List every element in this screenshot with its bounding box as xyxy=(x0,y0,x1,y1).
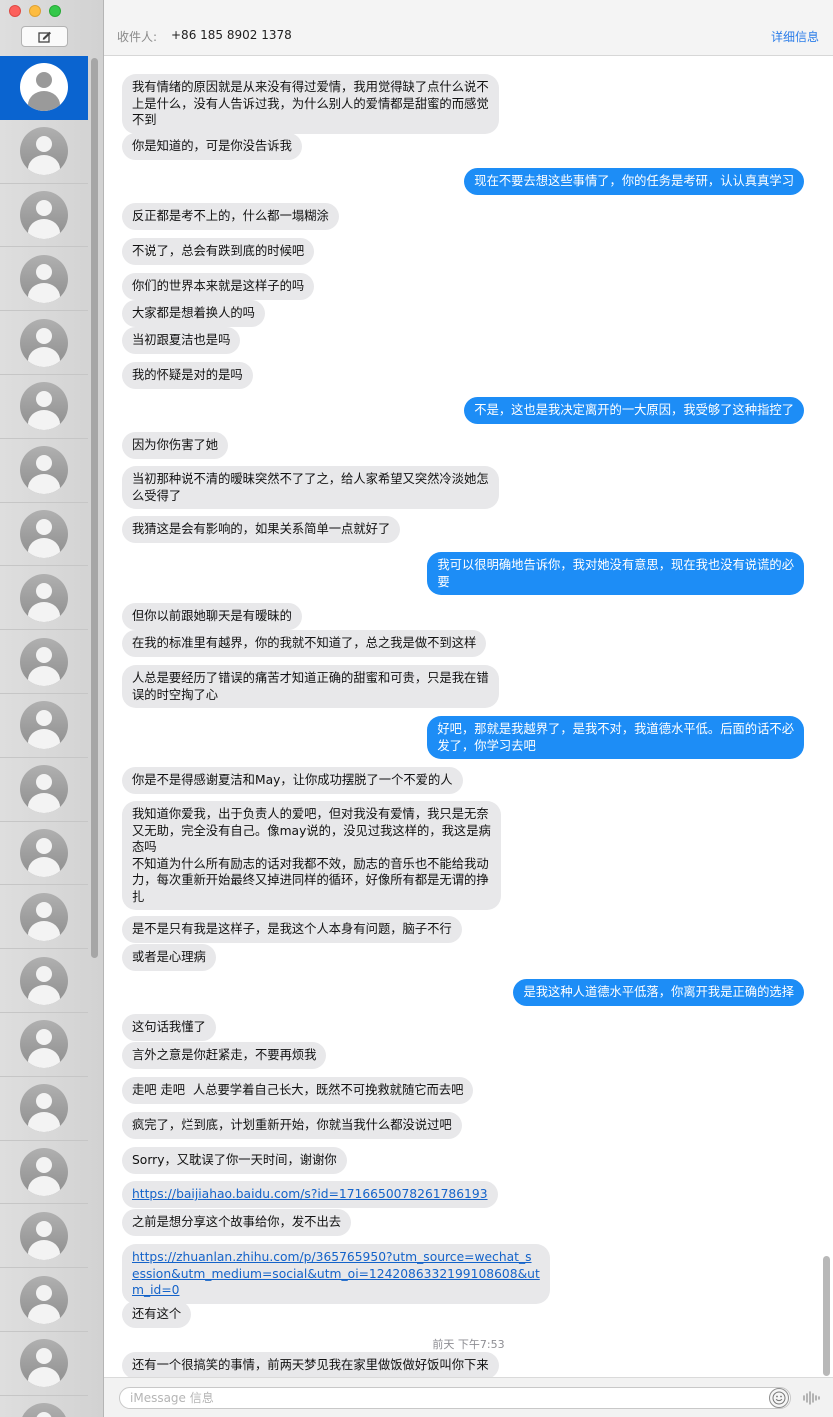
person-avatar-icon xyxy=(20,254,68,303)
outgoing-message: 现在不要去想这些事情了，你的任务是考研，认认真真学习 xyxy=(464,168,804,195)
person-avatar-icon xyxy=(20,956,68,1005)
incoming-message: Sorry，又耽误了你一天时间，谢谢你 xyxy=(122,1147,347,1174)
sidebar-scrollbar[interactable] xyxy=(91,58,98,958)
person-avatar-icon xyxy=(20,573,68,622)
message-timestamp: 前天 下午7:53 xyxy=(432,1338,505,1351)
person-avatar-icon xyxy=(20,1211,68,1260)
audio-waveform-icon xyxy=(803,1391,820,1405)
person-avatar-icon xyxy=(20,1084,68,1133)
incoming-message: 我的怀疑是对的是吗 xyxy=(122,362,253,389)
conversation-item[interactable] xyxy=(0,694,88,758)
conversation-item[interactable] xyxy=(0,630,88,694)
incoming-message: 言外之意是你赶紧走，不要再烦我 xyxy=(122,1042,327,1069)
conversation-item[interactable] xyxy=(0,566,88,631)
conversation-item[interactable] xyxy=(0,1332,88,1396)
incoming-message: 当初那种说不清的暧昧突然不了了之，给人家希望又突然冷淡她怎 么受得了 xyxy=(122,466,499,509)
conversation-item[interactable] xyxy=(0,822,88,886)
incoming-message: 疯完了，烂到底，计划重新开始，你就当我什么都没说过吧 xyxy=(122,1112,462,1139)
conversation-item[interactable] xyxy=(0,1204,88,1269)
conversation-item[interactable] xyxy=(0,885,88,950)
link-message[interactable]: https://zhuanlan.zhihu.com/p/365765950?u… xyxy=(122,1244,550,1304)
minimize-window-button[interactable] xyxy=(29,5,41,17)
incoming-message: 之前是想分享这个故事给你，发不出去 xyxy=(122,1209,352,1236)
close-window-button[interactable] xyxy=(9,5,21,17)
incoming-message: 不说了，总会有跌到底的时候吧 xyxy=(122,238,315,265)
emoji-button[interactable] xyxy=(769,1388,789,1408)
person-avatar-icon xyxy=(20,318,68,367)
details-button[interactable]: 详细信息 xyxy=(771,28,819,45)
recipient-phone[interactable]: +86 185 8902 1378 xyxy=(171,28,292,42)
incoming-message: 我有情绪的原因就是从来没有得过爱情，我用觉得缺了点什么说不 上是什么，没有人告诉… xyxy=(122,74,499,134)
recipient-label: 收件人: xyxy=(117,30,158,44)
incoming-message: 我猜这是会有影响的，如果关系简单一点就好了 xyxy=(122,516,401,543)
person-avatar-icon xyxy=(20,190,68,239)
conversation-item[interactable] xyxy=(0,1268,88,1332)
link-message[interactable]: https://baijiahao.baidu.com/s?id=1716650… xyxy=(122,1181,498,1208)
incoming-message: 你是知道的，可是你没告诉我 xyxy=(122,133,302,160)
person-avatar-icon xyxy=(20,701,68,750)
incoming-message: 还有一个很搞笑的事情，前两天梦见我在家里做饭做好饭叫你下来 xyxy=(122,1352,499,1377)
conversation-item[interactable] xyxy=(0,758,88,822)
conversation-item[interactable] xyxy=(0,1013,88,1077)
outgoing-message: 是我这种人道德水平低落，你离开我是正确的选择 xyxy=(513,979,804,1006)
incoming-message: 还有这个 xyxy=(122,1301,192,1328)
incoming-message: 是不是只有我是这样子，是我这个人本身有问题，脑子不行 xyxy=(122,916,462,943)
conversation-item[interactable] xyxy=(0,247,88,312)
conversation-item[interactable] xyxy=(0,56,88,120)
transcript-scrollbar[interactable] xyxy=(823,1256,830,1376)
person-avatar-icon xyxy=(20,446,68,495)
incoming-message: 我知道你爱我，出于负责人的爱吧，但对我没有爱情，我只是无奈 又无助，完全没有自己… xyxy=(122,801,501,910)
outgoing-message: 好吧，那就是我越界了，是我不对，我道德水平低。后面的话不必 发了，你学习去吧 xyxy=(427,716,804,759)
outgoing-message: 不是，这也是我决定离开的一大原因，我受够了这种指控了 xyxy=(464,397,804,424)
incoming-message: 走吧 走吧 人总要学着自己长大，既然不可挽救就随它而去吧 xyxy=(122,1077,474,1104)
person-avatar-icon xyxy=(20,892,68,941)
incoming-message: 当初跟夏洁也是吗 xyxy=(122,327,241,354)
conversation-item[interactable] xyxy=(0,503,88,567)
incoming-message: 或者是心理病 xyxy=(122,944,216,971)
conversation-item[interactable] xyxy=(0,439,88,503)
conversation-item[interactable] xyxy=(0,375,88,439)
outgoing-message: 我可以很明确地告诉你，我对她没有意思，现在我也没有说谎的必 要 xyxy=(427,552,804,595)
person-avatar-icon xyxy=(20,1339,68,1388)
person-avatar-icon xyxy=(20,828,68,877)
audio-button[interactable] xyxy=(800,1388,822,1408)
conversation-item[interactable] xyxy=(0,1396,88,1417)
person-avatar-icon xyxy=(20,1020,68,1069)
compose-button[interactable] xyxy=(21,26,68,47)
conversation-item[interactable] xyxy=(0,1077,88,1141)
emoji-icon xyxy=(772,1391,786,1405)
header: 收件人: +86 185 8902 1378 详细信息 xyxy=(104,0,833,56)
conversation-item[interactable] xyxy=(0,311,88,375)
incoming-message: 人总是要经历了错误的痛苦才知道正确的甜蜜和可贵，只是我在错 误的时空掏了心 xyxy=(122,665,499,708)
message-transcript[interactable]: 前天 下午7:53 我有情绪的原因就是从来没有得过爱情，我用觉得缺了点什么说不 … xyxy=(104,56,833,1377)
incoming-message: 反正都是考不上的，什么都一塌糊涂 xyxy=(122,203,339,230)
conversation-item[interactable] xyxy=(0,949,88,1013)
sidebar xyxy=(0,0,104,1417)
conversation-item[interactable] xyxy=(0,120,88,184)
person-avatar-icon xyxy=(20,765,68,814)
incoming-message: 你们的世界本来就是这样子的吗 xyxy=(122,273,315,300)
person-avatar-icon xyxy=(20,1147,68,1196)
incoming-message: 在我的标准里有越界，你的我就不知道了，总之我是做不到这样 xyxy=(122,630,487,657)
conversation-item[interactable] xyxy=(0,184,88,248)
person-avatar-icon xyxy=(20,127,68,176)
person-avatar-icon xyxy=(20,382,68,431)
message-input[interactable] xyxy=(119,1387,791,1409)
incoming-message: 但你以前跟她聊天是有暧昧的 xyxy=(122,603,302,630)
zoom-window-button[interactable] xyxy=(49,5,61,17)
person-avatar-icon xyxy=(20,1275,68,1324)
person-avatar-icon xyxy=(20,637,68,686)
conversation-list xyxy=(0,56,88,1417)
messages-window: 收件人: +86 185 8902 1378 详细信息 前天 下午7:53 我有… xyxy=(0,0,833,1417)
incoming-message: 因为你伤害了她 xyxy=(122,432,229,459)
person-avatar-icon xyxy=(20,509,68,558)
incoming-message: 大家都是想着换人的吗 xyxy=(122,300,265,327)
compose-icon xyxy=(37,31,51,43)
input-bar xyxy=(104,1377,833,1417)
person-avatar-icon xyxy=(20,63,68,112)
incoming-message: 这句话我懂了 xyxy=(122,1014,216,1041)
person-avatar-icon xyxy=(20,1403,68,1417)
conversation-item[interactable] xyxy=(0,1141,88,1205)
incoming-message: 你是不是得感谢夏洁和May，让你成功摆脱了一个不爱的人 xyxy=(122,767,463,794)
